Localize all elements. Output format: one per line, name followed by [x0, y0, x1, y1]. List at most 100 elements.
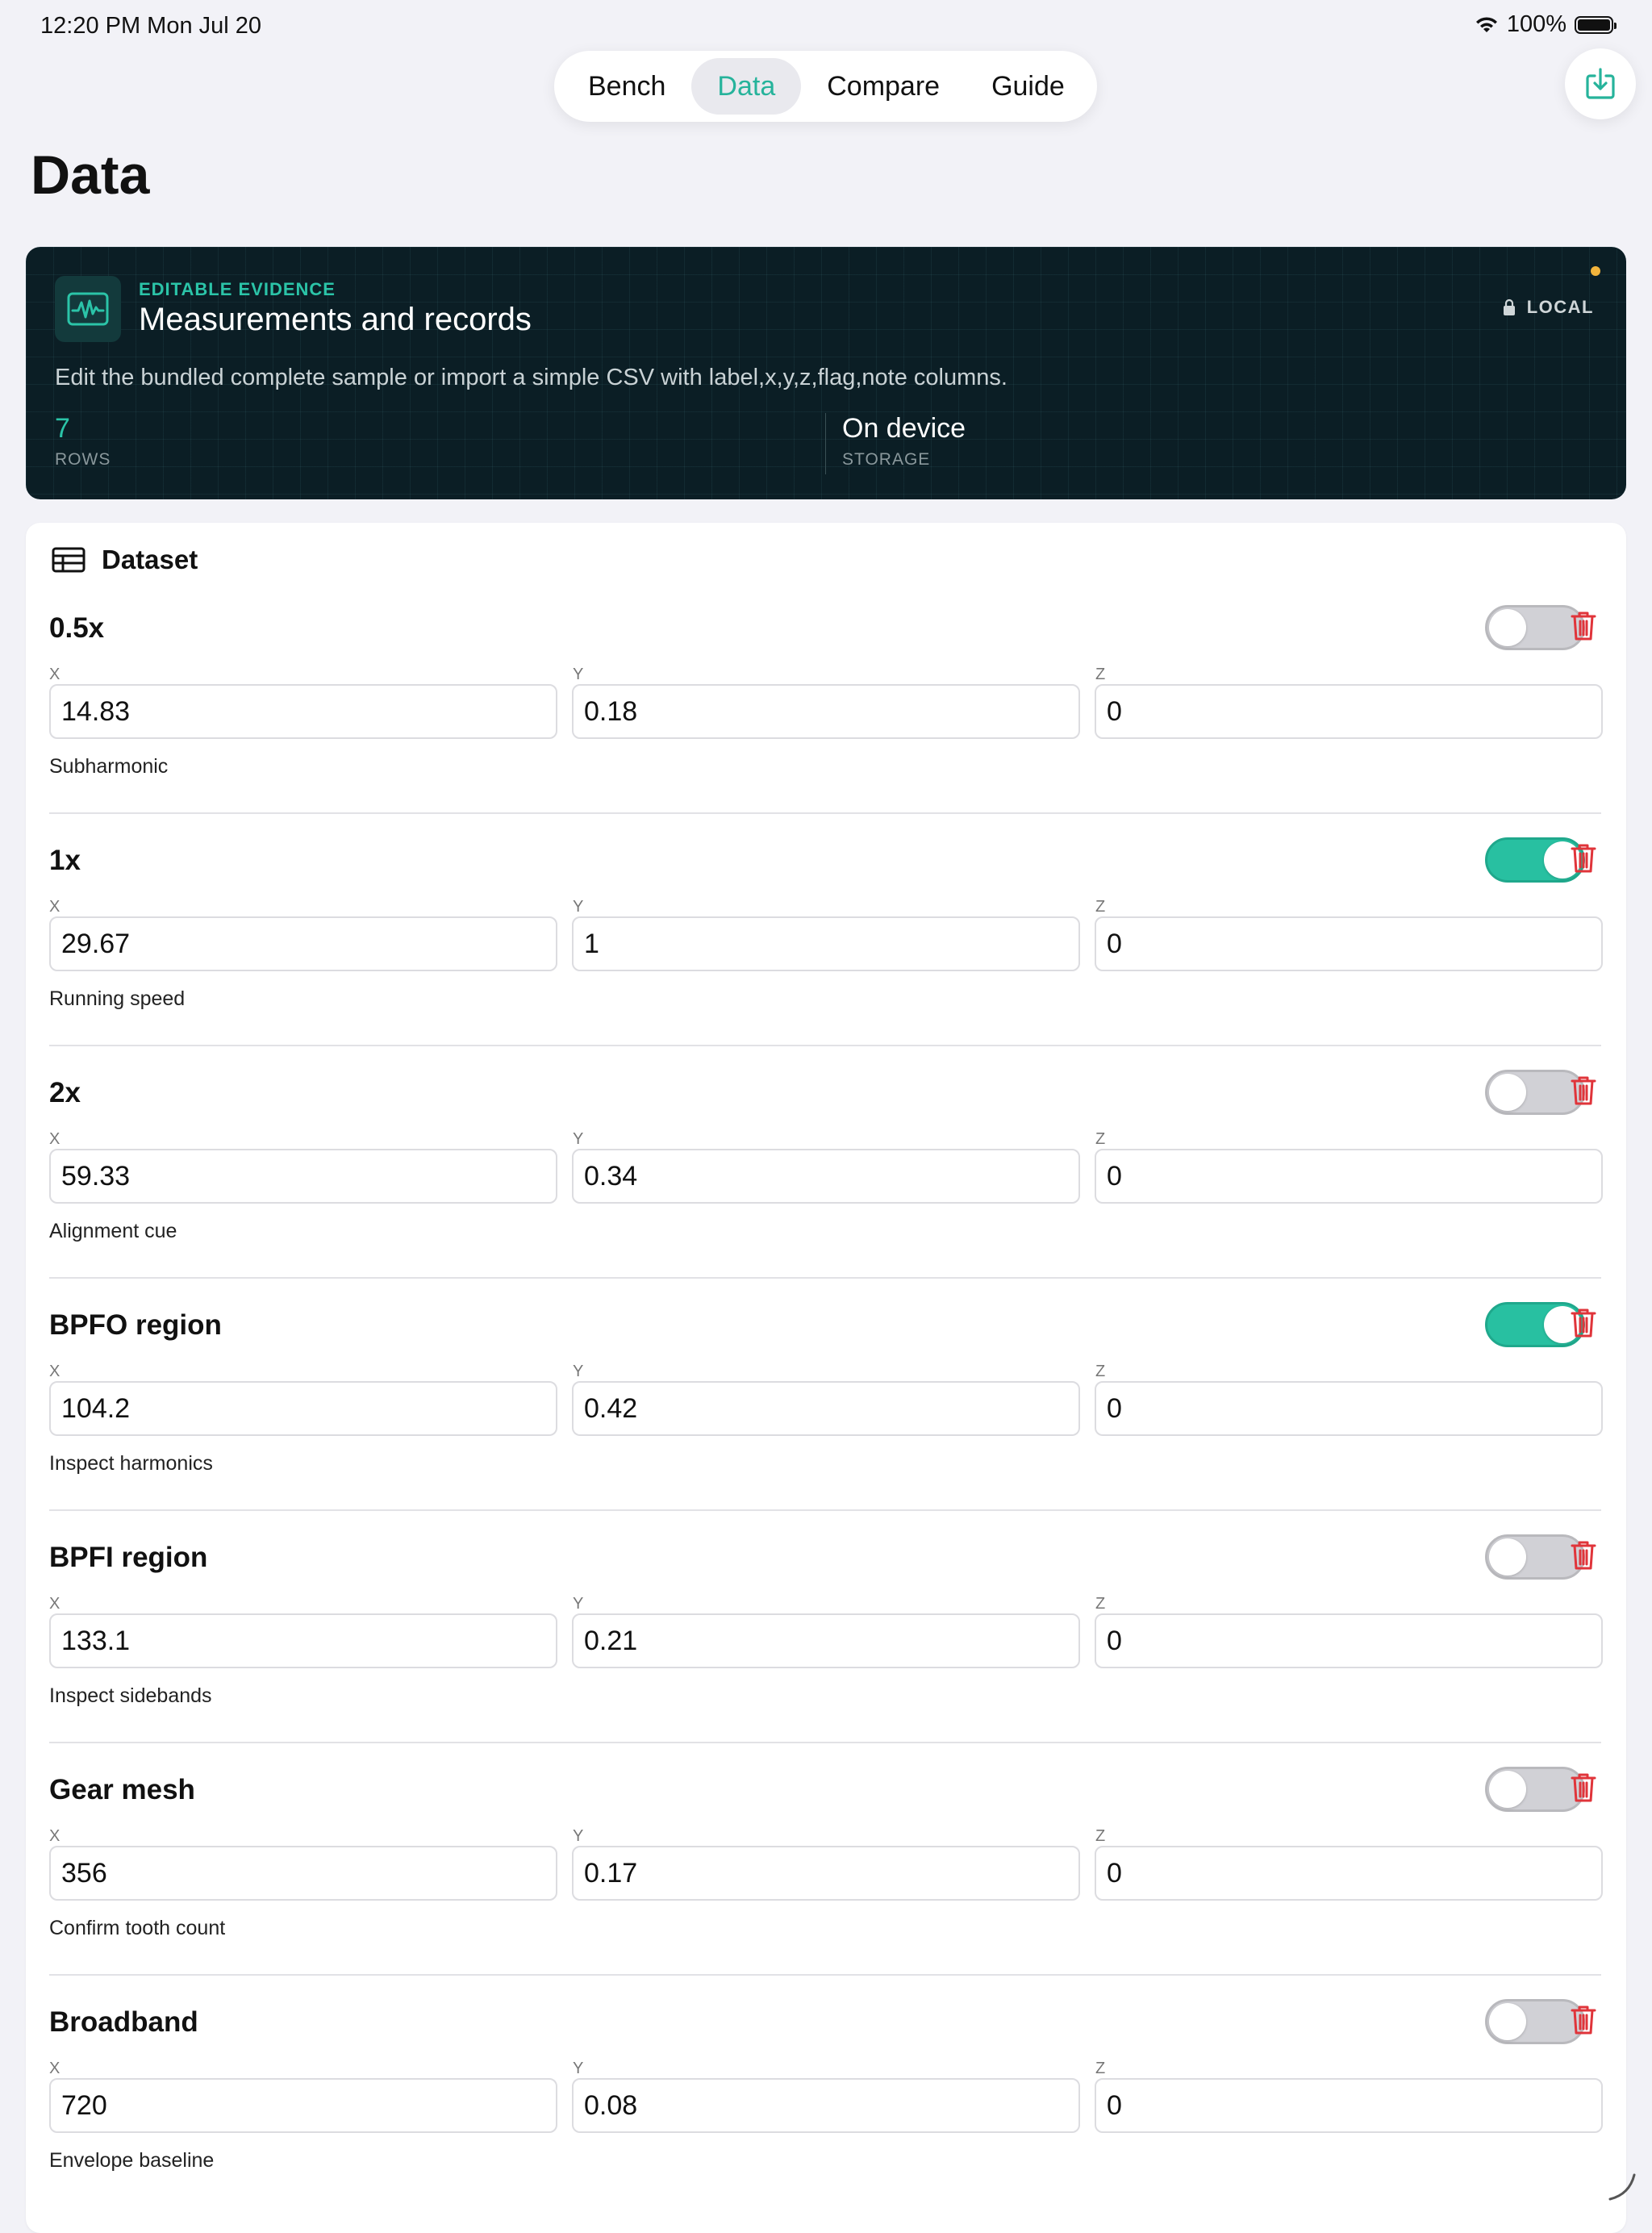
- status-right: 100%: [1475, 11, 1617, 38]
- trash-icon[interactable]: [1570, 1307, 1597, 1339]
- storage-label: STORAGE: [842, 450, 931, 469]
- z-input[interactable]: [1095, 1613, 1603, 1668]
- battery-percent: 100%: [1506, 11, 1566, 37]
- y-input[interactable]: [572, 1846, 1080, 1901]
- rows-label: ROWS: [55, 450, 111, 469]
- hero-description: Edit the bundled complete sample or impo…: [55, 365, 1007, 390]
- z-input[interactable]: [1095, 1149, 1603, 1204]
- dataset-row: 0.5x X Y Z Subharmonic: [49, 605, 1603, 837]
- row-note: Envelope baseline: [49, 2149, 215, 2172]
- row-label: Broadband: [49, 2006, 198, 2038]
- download-tray-icon: [1586, 68, 1615, 99]
- row-divider: [49, 1277, 1601, 1279]
- waveform-icon: [55, 276, 121, 342]
- y-input[interactable]: [572, 916, 1080, 971]
- trash-icon[interactable]: [1570, 842, 1597, 874]
- row-note: Inspect harmonics: [49, 1452, 213, 1475]
- local-badge: LOCAL: [1503, 297, 1594, 318]
- tab-compare[interactable]: Compare: [801, 58, 966, 115]
- row-label: 0.5x: [49, 612, 105, 644]
- lock-icon: [1503, 298, 1515, 315]
- z-input[interactable]: [1095, 1381, 1603, 1436]
- table-icon: [52, 547, 86, 573]
- trash-icon[interactable]: [1570, 1539, 1597, 1571]
- y-label: Y: [573, 666, 584, 683]
- dataset-card: Dataset 0.5x X Y Z Subharmonic 1x X Y Z: [26, 523, 1626, 2233]
- x-input[interactable]: [49, 2078, 557, 2133]
- x-input[interactable]: [49, 684, 557, 739]
- x-input[interactable]: [49, 1381, 557, 1436]
- toggle-knob: [1489, 1074, 1526, 1111]
- segmented-nav: Bench Data Compare Guide: [554, 51, 1097, 122]
- z-label: Z: [1095, 1130, 1106, 1148]
- row-divider: [49, 1742, 1601, 1743]
- x-input[interactable]: [49, 1613, 557, 1668]
- trash-icon[interactable]: [1570, 2004, 1597, 2036]
- z-label: Z: [1095, 666, 1106, 683]
- row-divider: [49, 812, 1601, 814]
- row-note: Inspect sidebands: [49, 1684, 212, 1707]
- export-button[interactable]: [1565, 48, 1636, 119]
- tab-guide[interactable]: Guide: [966, 58, 1091, 115]
- row-divider: [49, 1509, 1601, 1511]
- x-label: X: [49, 666, 60, 683]
- resize-grip-icon[interactable]: [1605, 2170, 1637, 2202]
- y-input[interactable]: [572, 684, 1080, 739]
- x-label: X: [49, 1363, 60, 1380]
- hero-eyebrow: EDITABLE EVIDENCE: [139, 279, 336, 299]
- dataset-row: Gear mesh X Y Z Confirm tooth count: [49, 1767, 1603, 1999]
- z-label: Z: [1095, 1363, 1106, 1380]
- x-input[interactable]: [49, 916, 557, 971]
- rows-count: 7: [55, 413, 70, 444]
- x-label: X: [49, 1595, 60, 1613]
- x-label: X: [49, 1130, 60, 1148]
- row-divider: [49, 1045, 1601, 1046]
- x-input[interactable]: [49, 1149, 557, 1204]
- row-label: BPFO region: [49, 1309, 222, 1341]
- dataset-row: BPFO region X Y Z Inspect harmonics: [49, 1302, 1603, 1534]
- row-label: Gear mesh: [49, 1774, 195, 1805]
- row-note: Subharmonic: [49, 755, 169, 778]
- y-label: Y: [573, 1827, 584, 1845]
- toggle-knob: [1489, 1771, 1526, 1808]
- trash-icon[interactable]: [1570, 1075, 1597, 1107]
- tab-bench[interactable]: Bench: [562, 58, 691, 115]
- z-input[interactable]: [1095, 1846, 1603, 1901]
- z-input[interactable]: [1095, 2078, 1603, 2133]
- y-label: Y: [573, 898, 584, 916]
- row-note: Running speed: [49, 987, 186, 1010]
- z-label: Z: [1095, 1827, 1106, 1845]
- dataset-row: Broadband X Y Z Envelope baseline: [49, 1999, 1603, 2231]
- y-input[interactable]: [572, 1149, 1080, 1204]
- status-dot: [1591, 266, 1600, 276]
- toggle-knob: [1489, 1538, 1526, 1576]
- y-label: Y: [573, 1363, 584, 1380]
- z-label: Z: [1095, 1595, 1106, 1613]
- x-input[interactable]: [49, 1846, 557, 1901]
- tab-data[interactable]: Data: [691, 58, 802, 115]
- row-note: Confirm tooth count: [49, 1917, 226, 1939]
- y-input[interactable]: [572, 2078, 1080, 2133]
- toggle-knob: [1489, 2003, 1526, 2040]
- trash-icon[interactable]: [1570, 1772, 1597, 1804]
- z-input[interactable]: [1095, 684, 1603, 739]
- z-input[interactable]: [1095, 916, 1603, 971]
- y-input[interactable]: [572, 1381, 1080, 1436]
- x-label: X: [49, 1827, 60, 1845]
- local-label: LOCAL: [1526, 297, 1594, 317]
- row-label: 2x: [49, 1077, 81, 1108]
- page-title: Data: [31, 144, 150, 206]
- battery-icon: [1575, 15, 1617, 34]
- status-bar: 12:20 PM Mon Jul 20 100%: [0, 0, 1652, 52]
- dataset-title: Dataset: [102, 545, 198, 574]
- evidence-card: EDITABLE EVIDENCE Measurements and recor…: [26, 247, 1626, 499]
- storage-value: On device: [842, 413, 966, 444]
- z-label: Z: [1095, 2060, 1106, 2077]
- status-time: 12:20 PM Mon Jul 20: [40, 13, 262, 39]
- y-input[interactable]: [572, 1613, 1080, 1668]
- row-label: 1x: [49, 845, 81, 876]
- trash-icon[interactable]: [1570, 610, 1597, 642]
- x-label: X: [49, 898, 60, 916]
- y-label: Y: [573, 1130, 584, 1148]
- row-note: Alignment cue: [49, 1220, 177, 1242]
